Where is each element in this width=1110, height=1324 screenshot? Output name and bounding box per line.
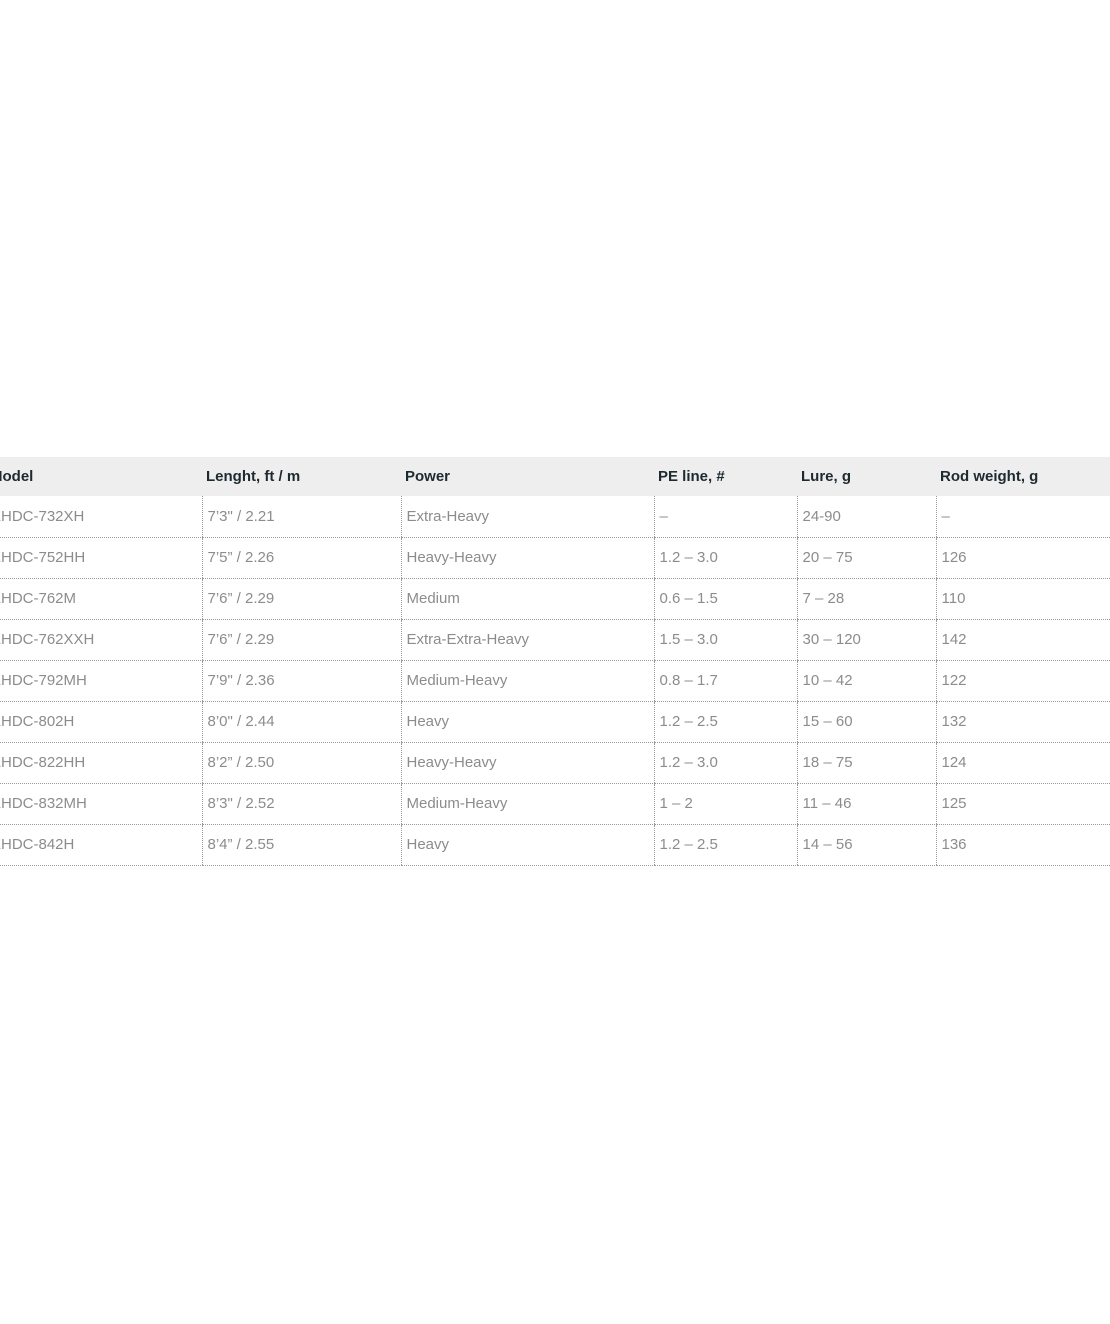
cell-pe-line: 0.6 – 1.5	[653, 578, 797, 620]
cell-lure: 24-90	[796, 496, 936, 538]
cell-power: Medium	[400, 578, 654, 620]
table-header-row: Model Lenght, ft / m Power PE line, # Lu…	[0, 457, 1110, 496]
cell-pe-line: 1.5 – 3.0	[653, 619, 797, 661]
cell-lure: 15 – 60	[796, 701, 936, 743]
cell-lure: 30 – 120	[796, 619, 936, 661]
cell-model: EHDC-822HH	[0, 742, 202, 784]
table-row: EHDC-732XH 7’3" / 2.21 Extra-Heavy – 24-…	[0, 496, 1110, 538]
cell-length: 8’0" / 2.44	[201, 701, 401, 743]
cell-pe-line: 0.8 – 1.7	[653, 660, 797, 702]
cell-model: EHDC-752HH	[0, 537, 202, 579]
cell-rod-weight: –	[935, 496, 1110, 538]
cell-rod-weight: 142	[935, 619, 1110, 661]
cell-power: Medium-Heavy	[400, 660, 654, 702]
header-model: Model	[0, 468, 34, 485]
cell-lure: 7 – 28	[796, 578, 936, 620]
cell-lure: 20 – 75	[796, 537, 936, 579]
cell-model: EHDC-802H	[0, 701, 202, 743]
cell-length: 8’2” / 2.50	[201, 742, 401, 784]
cell-length: 7’9" / 2.36	[201, 660, 401, 702]
header-pe-line: PE line, #	[658, 468, 725, 485]
cell-lure: 10 – 42	[796, 660, 936, 702]
cell-lure: 14 – 56	[796, 824, 936, 866]
cell-length: 7’6” / 2.29	[201, 619, 401, 661]
cell-rod-weight: 136	[935, 824, 1110, 866]
cell-rod-weight: 132	[935, 701, 1110, 743]
cell-rod-weight: 125	[935, 783, 1110, 825]
cell-power: Heavy	[400, 701, 654, 743]
table-row: EHDC-752HH 7’5” / 2.26 Heavy-Heavy 1.2 –…	[0, 537, 1110, 579]
cell-lure: 11 – 46	[796, 783, 936, 825]
cell-length: 7’5” / 2.26	[201, 537, 401, 579]
cell-rod-weight: 124	[935, 742, 1110, 784]
cell-pe-line: –	[653, 496, 797, 538]
table-row: EHDC-762M 7’6” / 2.29 Medium 0.6 – 1.5 7…	[0, 578, 1110, 620]
cell-model: EHDC-832MH	[0, 783, 202, 825]
cell-pe-line: 1.2 – 3.0	[653, 742, 797, 784]
table-row: EHDC-762XXH 7’6” / 2.29 Extra-Extra-Heav…	[0, 619, 1110, 661]
header-rod-weight: Rod weight, g	[940, 468, 1039, 485]
table-row: EHDC-802H 8’0" / 2.44 Heavy 1.2 – 2.5 15…	[0, 701, 1110, 743]
cell-power: Extra-Heavy	[400, 496, 654, 538]
cell-power: Extra-Extra-Heavy	[400, 619, 654, 661]
table-row: EHDC-842H 8’4” / 2.55 Heavy 1.2 – 2.5 14…	[0, 824, 1110, 866]
cell-pe-line: 1.2 – 2.5	[653, 824, 797, 866]
table-row: EHDC-832MH 8’3" / 2.52 Medium-Heavy 1 – …	[0, 783, 1110, 825]
cell-power: Medium-Heavy	[400, 783, 654, 825]
cell-pe-line: 1.2 – 2.5	[653, 701, 797, 743]
cell-rod-weight: 122	[935, 660, 1110, 702]
cell-model: EHDC-842H	[0, 824, 202, 866]
cell-length: 8’3" / 2.52	[201, 783, 401, 825]
table-row: EHDC-792MH 7’9" / 2.36 Medium-Heavy 0.8 …	[0, 660, 1110, 702]
specifications-table: Model Lenght, ft / m Power PE line, # Lu…	[0, 457, 1110, 866]
cell-rod-weight: 110	[935, 578, 1110, 620]
cell-power: Heavy-Heavy	[400, 742, 654, 784]
cell-pe-line: 1.2 – 3.0	[653, 537, 797, 579]
cell-power: Heavy-Heavy	[400, 537, 654, 579]
table-row: EHDC-822HH 8’2” / 2.50 Heavy-Heavy 1.2 –…	[0, 742, 1110, 784]
cell-model: EHDC-762M	[0, 578, 202, 620]
cell-model: EHDC-732XH	[0, 496, 202, 538]
header-lure: Lure, g	[801, 468, 852, 485]
cell-lure: 18 – 75	[796, 742, 936, 784]
cell-power: Heavy	[400, 824, 654, 866]
cell-model: EHDC-792MH	[0, 660, 202, 702]
cell-pe-line: 1 – 2	[653, 783, 797, 825]
cell-rod-weight: 126	[935, 537, 1110, 579]
header-length: Lenght, ft / m	[206, 468, 301, 485]
header-power: Power	[405, 468, 451, 485]
cell-model: EHDC-762XXH	[0, 619, 202, 661]
cell-length: 7’3" / 2.21	[201, 496, 401, 538]
cell-length: 7’6” / 2.29	[201, 578, 401, 620]
cell-length: 8’4” / 2.55	[201, 824, 401, 866]
